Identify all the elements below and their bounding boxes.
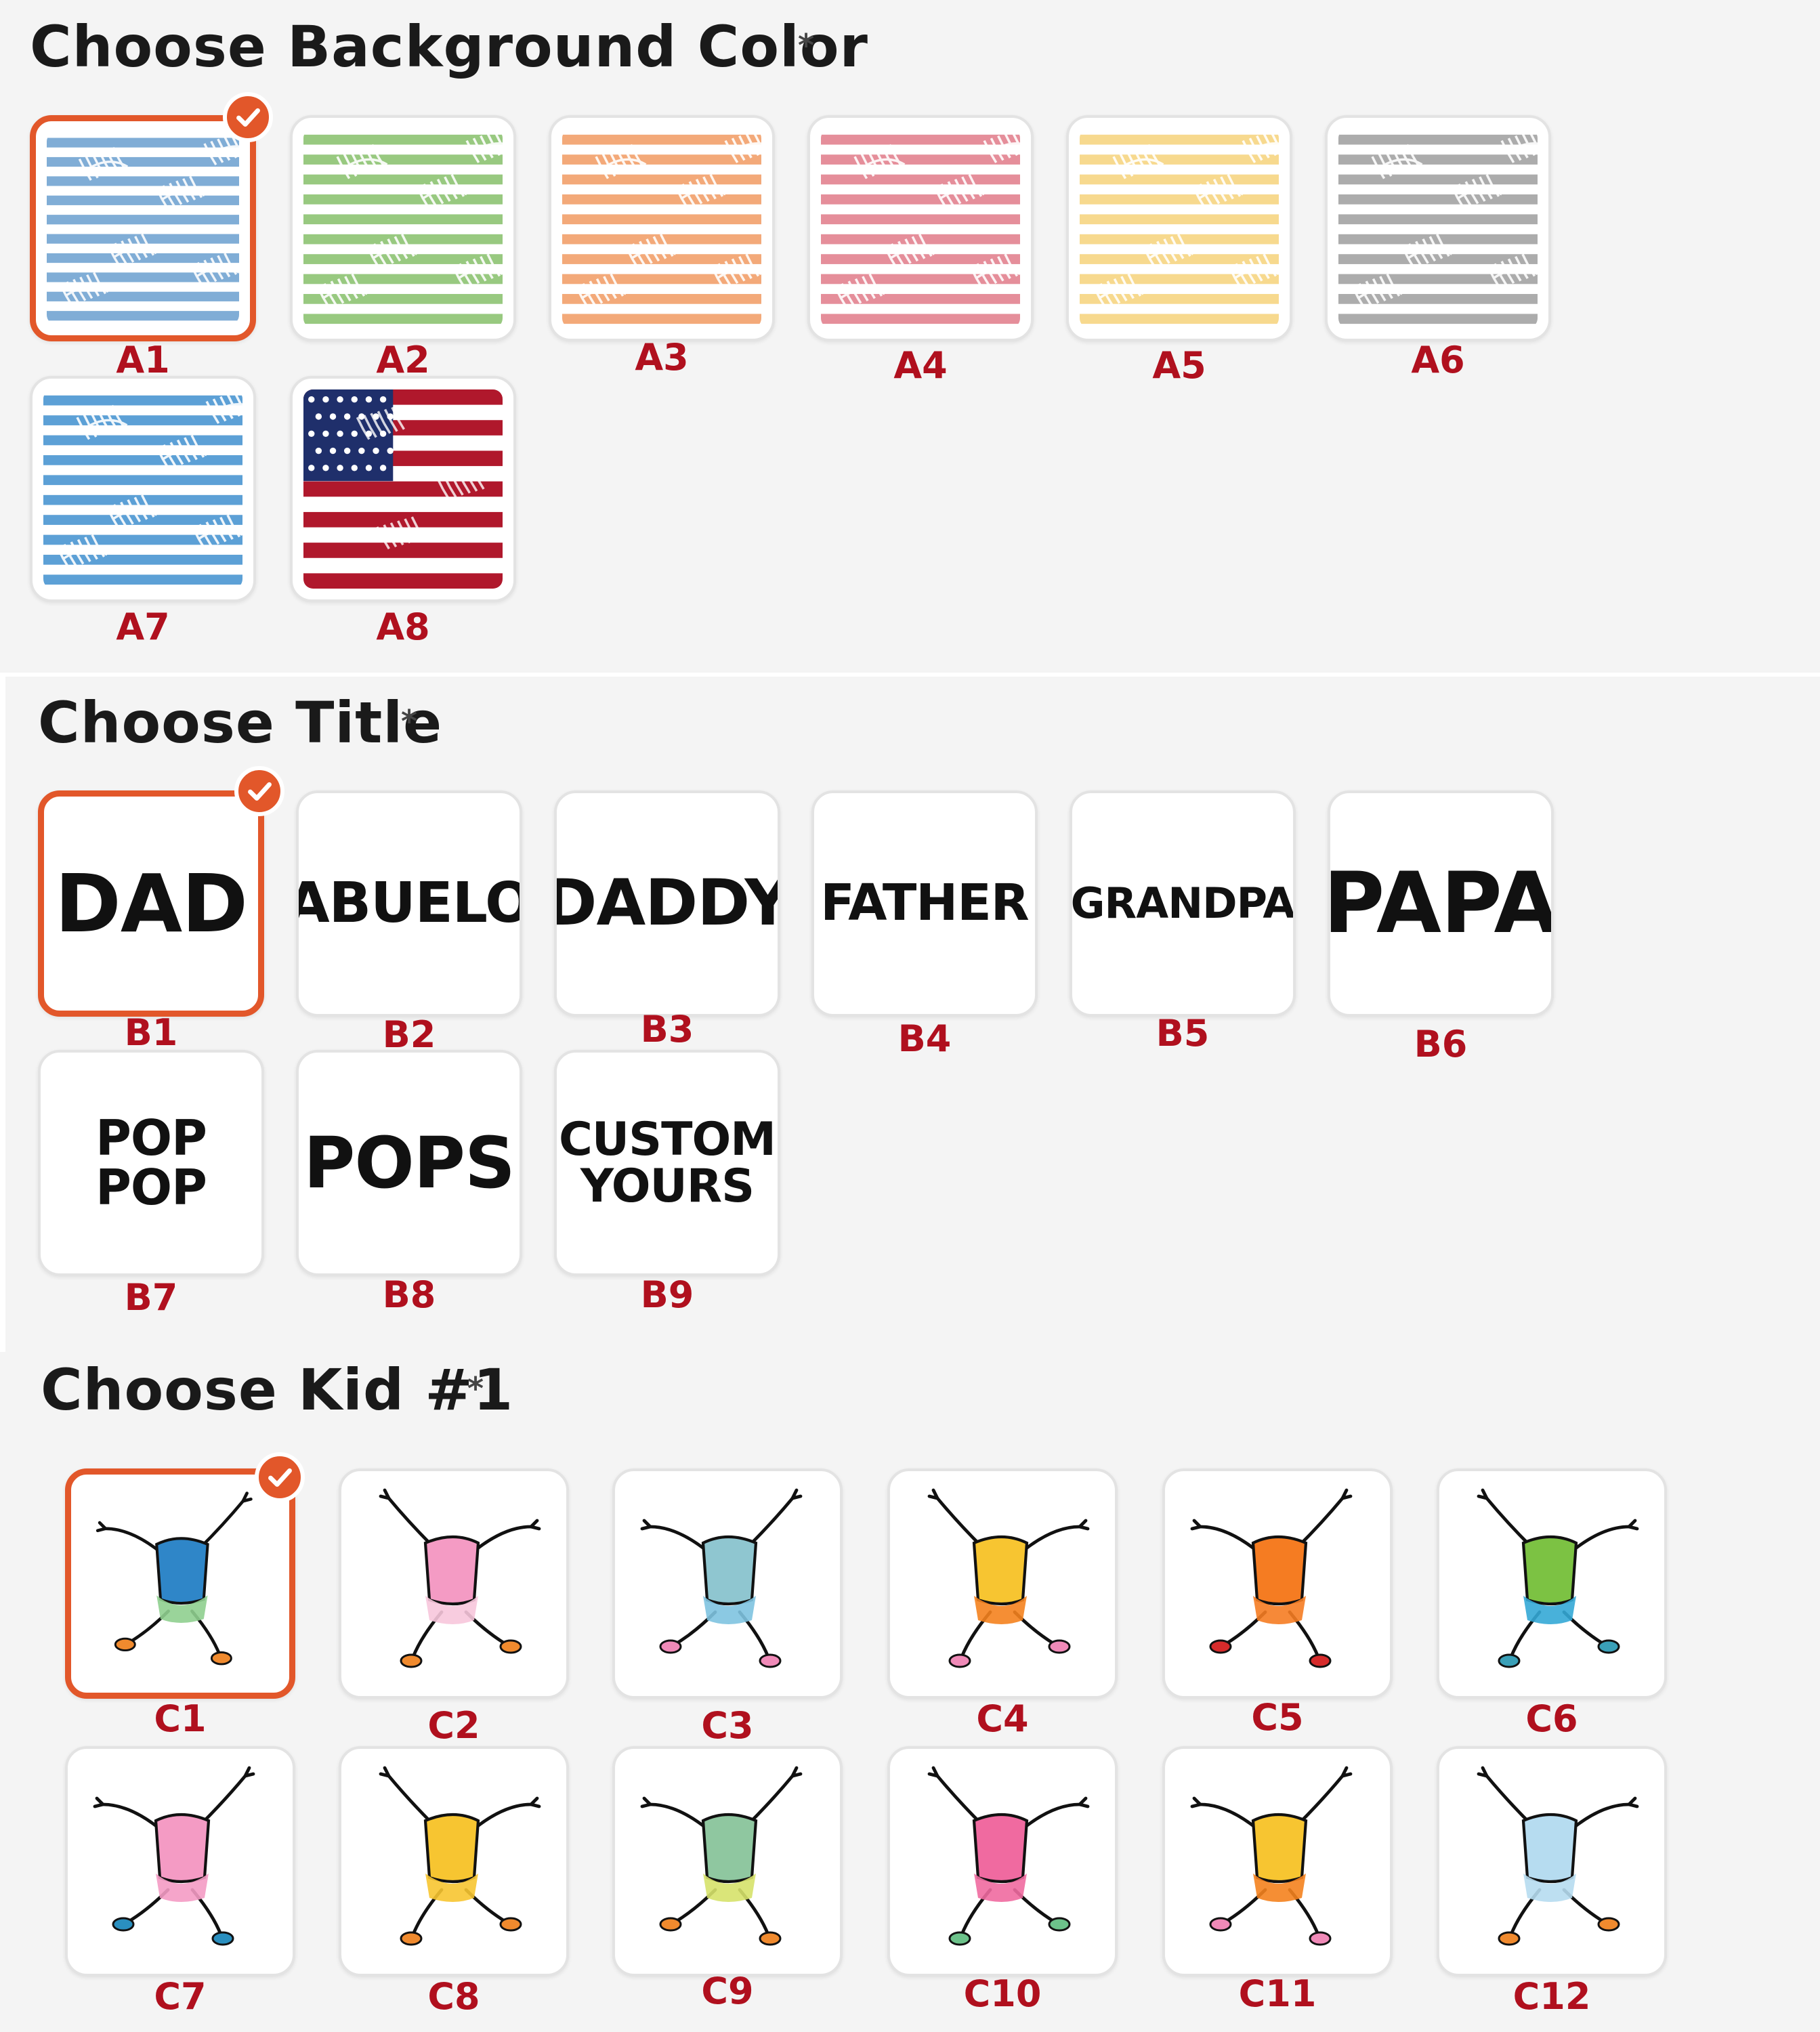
title-option-text: POP POP [96, 1109, 207, 1216]
kid-figure-image [901, 1482, 1104, 1685]
required-marker: * [798, 27, 815, 64]
background-swatch [1080, 129, 1279, 328]
background-swatch [43, 389, 242, 589]
kid-option-code: C11 [1238, 1972, 1317, 2015]
title-option-code: B3 [640, 1008, 694, 1051]
title-option-text: POPS [303, 1121, 515, 1204]
kid-option-c8[interactable] [339, 1746, 569, 1976]
title-option-code: B7 [124, 1276, 178, 1319]
kid-option-c2[interactable] [339, 1468, 569, 1699]
title-option-code: B4 [897, 1017, 952, 1060]
background-option-code: A4 [893, 344, 948, 387]
title-option-code: B5 [1156, 1012, 1210, 1055]
title-option-text: CUSTOM YOURS [559, 1112, 776, 1213]
title-option-code: B8 [382, 1273, 436, 1316]
kid-figure-image [1450, 1482, 1653, 1685]
kid-option-c3[interactable] [612, 1468, 843, 1699]
kid-option-c1[interactable] [65, 1468, 295, 1699]
title-option-text: DADDY [554, 866, 780, 941]
kid-option-code: C8 [427, 1975, 480, 2018]
kid-figure-image [79, 1760, 282, 1963]
kid-option-code: C3 [701, 1704, 754, 1747]
title-option-b9[interactable]: CUSTOM YOURS [554, 1050, 780, 1276]
title-option-code: B1 [124, 1011, 178, 1054]
selected-check-icon [223, 92, 273, 142]
required-marker: * [467, 1370, 484, 1407]
kid-figure-image [1176, 1760, 1379, 1963]
background-option-code: A3 [635, 336, 689, 379]
background-section-title: Choose Background Color [30, 14, 868, 80]
title-option-text: FATHER [820, 874, 1030, 933]
background-swatch [562, 129, 761, 328]
title-option-b3[interactable]: DADDY [554, 790, 780, 1017]
background-option-a8[interactable] [290, 376, 516, 602]
title-option-b8[interactable]: POPS [296, 1050, 522, 1276]
kid-option-code: C12 [1512, 1975, 1591, 2018]
kid-option-c4[interactable] [887, 1468, 1118, 1699]
required-marker: * [401, 703, 418, 740]
kid-figure-image [626, 1482, 829, 1685]
kid-option-code: C6 [1525, 1697, 1578, 1740]
background-swatch [303, 389, 503, 589]
background-option-code: A7 [116, 606, 170, 648]
kid-option-c11[interactable] [1162, 1746, 1393, 1976]
selected-check-icon [234, 766, 284, 816]
title-option-b5[interactable]: GRANDPA [1070, 790, 1296, 1017]
title-option-b1[interactable]: DAD [38, 790, 264, 1017]
title-option-b4[interactable]: FATHER [811, 790, 1038, 1017]
kid-option-code: C4 [976, 1697, 1029, 1740]
background-option-code: A1 [116, 339, 170, 381]
background-option-a4[interactable] [807, 115, 1034, 341]
background-swatch [47, 132, 239, 324]
kid-option-code: C10 [963, 1972, 1042, 2015]
selected-check-icon [255, 1452, 305, 1502]
kid-option-code: C5 [1251, 1696, 1304, 1739]
kid-figure-image [352, 1482, 555, 1685]
kid-option-code: C2 [427, 1704, 480, 1747]
background-option-code: A2 [376, 339, 430, 381]
background-option-code: A6 [1411, 339, 1465, 381]
kid-option-code: C1 [154, 1697, 207, 1740]
title-option-text: PAPA [1328, 854, 1554, 952]
title-option-text: DAD [54, 856, 248, 950]
title-option-code: B6 [1414, 1023, 1468, 1065]
kid-figure-image [1450, 1760, 1653, 1963]
kid-option-c5[interactable] [1162, 1468, 1393, 1699]
kid-option-code: C7 [154, 1975, 207, 2018]
background-option-a3[interactable] [549, 115, 775, 341]
title-section-title: Choose Title [38, 690, 443, 756]
title-option-b6[interactable]: PAPA [1328, 790, 1554, 1017]
title-option-text: GRANDPA [1070, 879, 1295, 929]
kid-figure-image [626, 1760, 829, 1963]
kid-figure-image [901, 1760, 1104, 1963]
kid-option-c6[interactable] [1437, 1468, 1667, 1699]
background-option-code: A8 [376, 606, 430, 648]
background-swatch [303, 129, 503, 328]
kid-figure-image [352, 1760, 555, 1963]
kid-figure-image [82, 1485, 278, 1682]
title-option-b2[interactable]: ABUELO [296, 790, 522, 1017]
section-divider [0, 673, 1820, 677]
background-swatch [821, 129, 1020, 328]
kid-option-c12[interactable] [1437, 1746, 1667, 1976]
background-option-a5[interactable] [1066, 115, 1292, 341]
background-option-a6[interactable] [1325, 115, 1551, 341]
title-option-code: B9 [640, 1273, 694, 1316]
title-option-b7[interactable]: POP POP [38, 1050, 264, 1276]
kid-option-c10[interactable] [887, 1746, 1118, 1976]
kid-option-c9[interactable] [612, 1746, 843, 1976]
kid-option-code: C9 [701, 1970, 754, 2012]
section-divider [0, 675, 5, 1352]
background-swatch [1338, 129, 1538, 328]
background-option-a1[interactable] [30, 115, 256, 341]
title-option-text: ABUELO [296, 871, 522, 936]
kid-option-c7[interactable] [65, 1746, 295, 1976]
background-option-a7[interactable] [30, 376, 256, 602]
background-option-code: A5 [1152, 344, 1206, 387]
background-option-a2[interactable] [290, 115, 516, 341]
kid-section-title: Choose Kid #1 [41, 1357, 514, 1423]
kid-figure-image [1176, 1482, 1379, 1685]
